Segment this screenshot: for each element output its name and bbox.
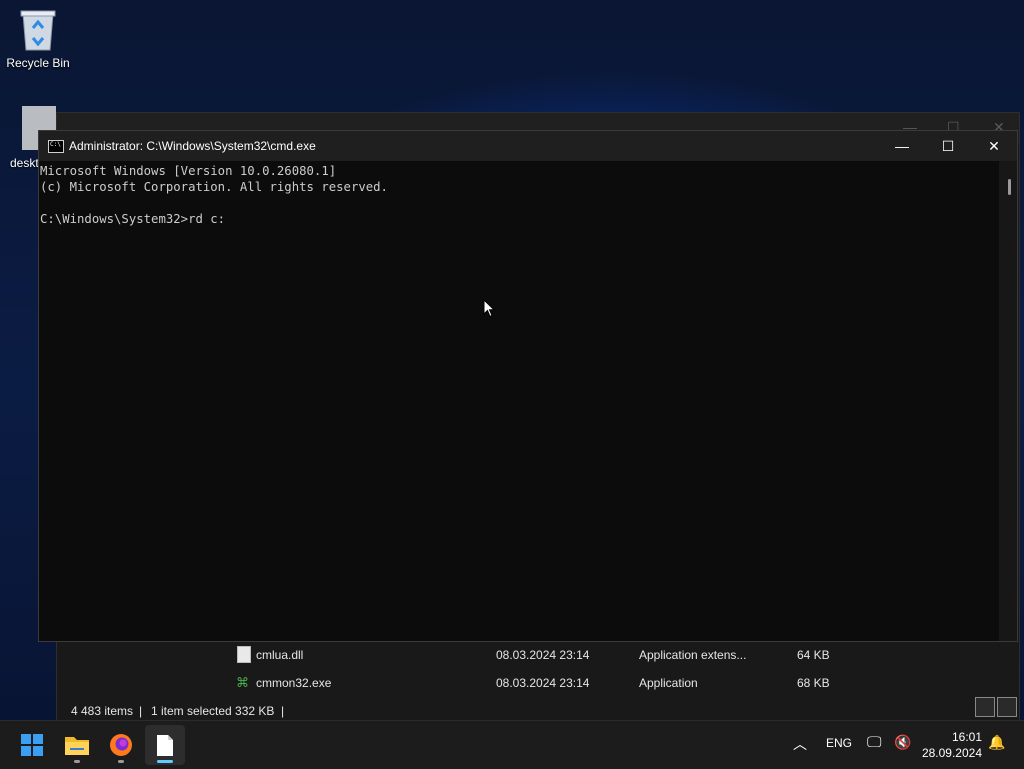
file-date: 08.03.2024 23:14 <box>496 676 590 690</box>
recycle-bin-desktop-icon[interactable]: Recycle Bin <box>0 8 76 70</box>
console-output[interactable]: Microsoft Windows [Version 10.0.26080.1]… <box>40 163 1000 633</box>
file-name: cmlua.dll <box>256 648 304 662</box>
network-icon[interactable]: 🖵 <box>867 734 881 751</box>
language-indicator[interactable]: ENG <box>826 736 852 750</box>
taskbar: ︿ ENG 🖵 🔇 16:01 28.09.2024 🔔 <box>0 720 1024 769</box>
minimize-button[interactable]: — <box>879 131 925 161</box>
file-explorer-taskbar-button[interactable] <box>57 725 97 765</box>
document-icon <box>157 735 173 756</box>
clock[interactable]: 16:01 28.09.2024 <box>922 729 982 761</box>
file-size: 64 KB <box>797 648 830 662</box>
explorer-file-list: cmlua.dll 08.03.2024 23:14 Application e… <box>217 641 997 697</box>
cmd-window: Administrator: C:\Windows\System32\cmd.e… <box>38 130 1018 642</box>
firefox-icon <box>110 734 132 756</box>
file-date: 08.03.2024 23:14 <box>496 648 590 662</box>
file-type: Application extens... <box>639 648 747 662</box>
details-view-button[interactable] <box>975 697 995 717</box>
volume-muted-icon[interactable]: 🔇 <box>894 734 911 751</box>
show-hidden-icons-button[interactable]: ︿ <box>793 734 807 754</box>
clock-date: 28.09.2024 <box>921 746 982 760</box>
tiles-view-button[interactable] <box>997 697 1017 717</box>
table-row[interactable]: cmlua.dll 08.03.2024 23:14 Application e… <box>217 641 997 669</box>
clock-time: 16:01 <box>951 730 982 744</box>
cmd-taskbar-button[interactable] <box>145 725 185 765</box>
running-indicator <box>74 760 80 763</box>
window-title: Administrator: C:\Windows\System32\cmd.e… <box>69 139 316 153</box>
notifications-bell-icon[interactable]: 🔔 <box>988 734 1005 751</box>
desktop-file-label: deskt <box>10 156 39 170</box>
status-divider: | <box>139 704 143 718</box>
maximize-button[interactable]: ☐ <box>925 131 971 161</box>
dll-file-icon <box>237 646 251 663</box>
active-indicator <box>157 760 173 763</box>
console-scrollbar[interactable] <box>999 161 1017 641</box>
table-row[interactable]: ⌘ cmmon32.exe 08.03.2024 23:14 Applicati… <box>217 669 997 697</box>
scrollbar-thumb[interactable] <box>1008 179 1011 195</box>
file-name: cmmon32.exe <box>256 676 332 690</box>
recycle-bin-label: Recycle Bin <box>6 56 70 70</box>
item-count: 4 483 items <box>71 704 134 718</box>
file-type: Application <box>639 676 698 690</box>
status-divider: | <box>281 704 285 718</box>
selection-info: 1 item selected 332 KB <box>151 704 275 718</box>
exe-file-icon: ⌘ <box>236 675 249 690</box>
close-button[interactable]: ✕ <box>971 131 1017 161</box>
file-size: 68 KB <box>797 676 830 690</box>
running-indicator <box>118 760 124 763</box>
mouse-cursor-icon <box>483 299 495 318</box>
recycle-bin-icon <box>19 8 57 52</box>
start-button[interactable] <box>12 725 52 765</box>
cmd-titlebar[interactable]: Administrator: C:\Windows\System32\cmd.e… <box>39 131 1017 161</box>
folder-icon <box>65 737 89 755</box>
firefox-taskbar-button[interactable] <box>101 725 141 765</box>
windows-logo-icon <box>21 734 43 756</box>
cmd-app-icon <box>48 140 64 153</box>
